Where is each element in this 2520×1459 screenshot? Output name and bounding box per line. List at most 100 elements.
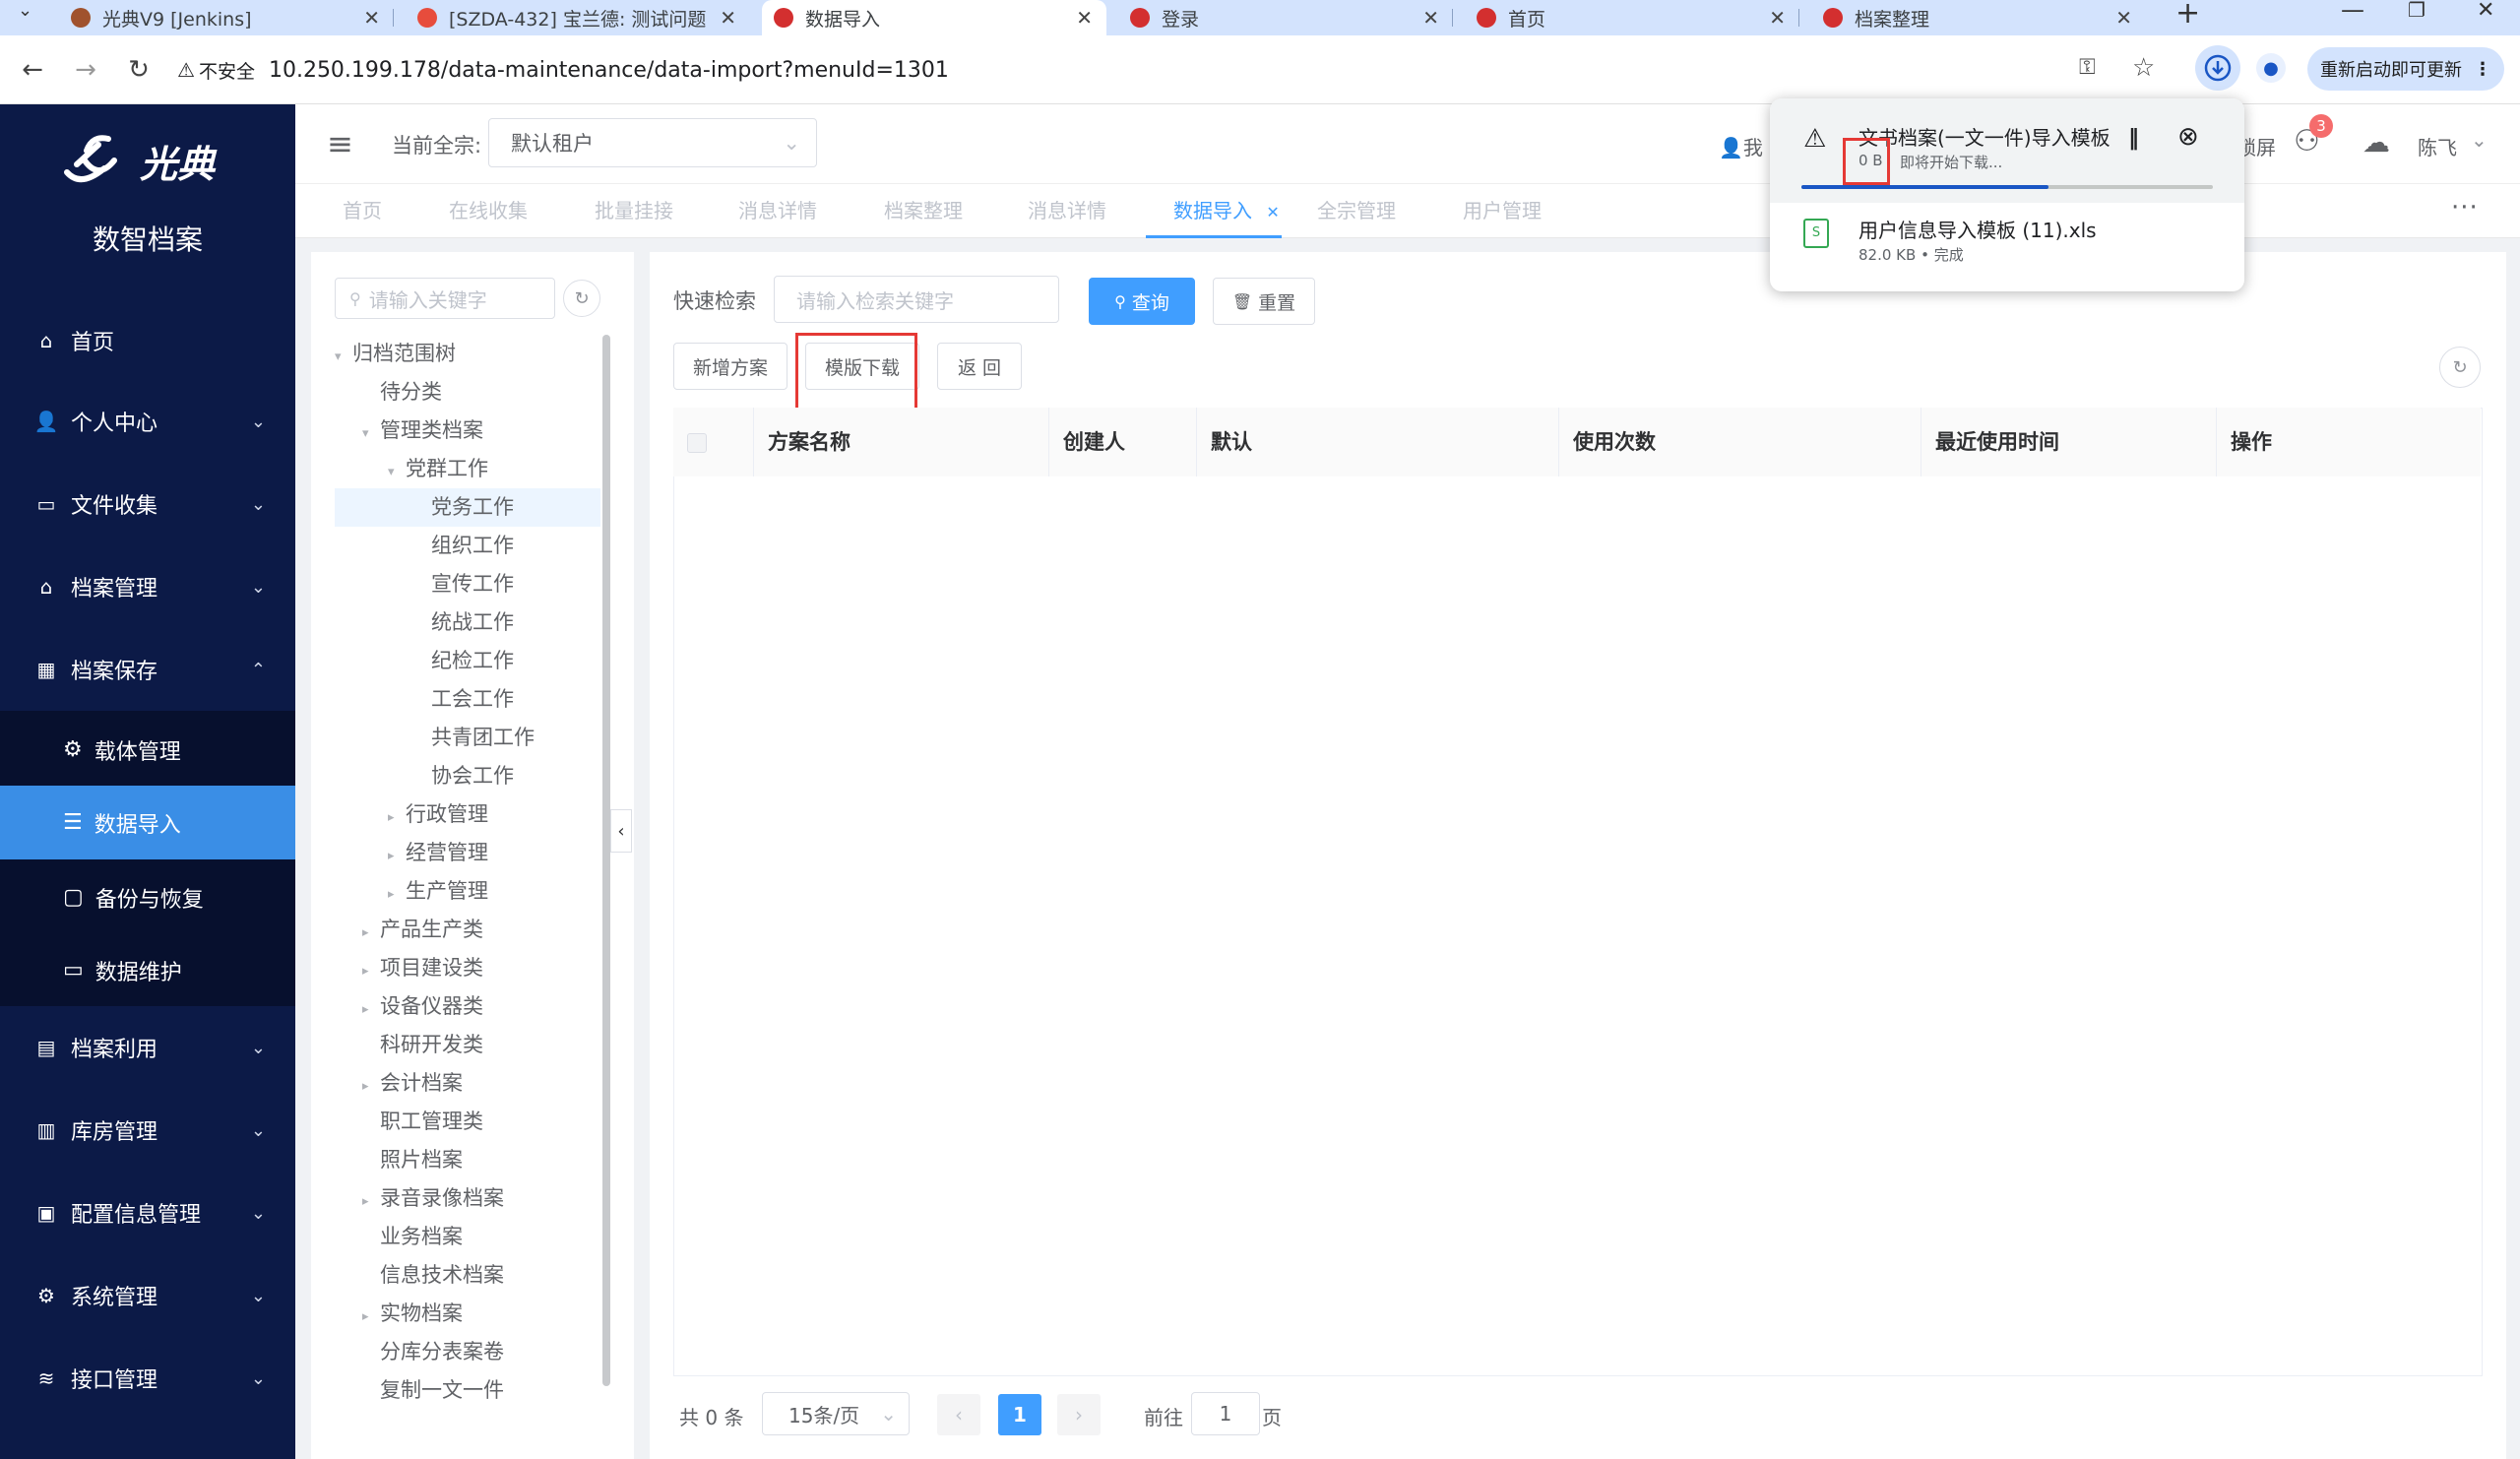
user-menu-partial[interactable]: 👤我 [1719, 132, 1763, 160]
caret-right-icon[interactable]: ▸ [362, 914, 380, 952]
tree-node[interactable]: ▸ 经营管理 [335, 834, 600, 872]
tree-node[interactable]: 宣传工作 [335, 565, 600, 603]
prev-page-button[interactable]: ‹ [937, 1394, 980, 1435]
caret-down-icon[interactable]: ▾ [388, 453, 406, 491]
page-number-current[interactable]: 1 [998, 1394, 1041, 1435]
tree-node[interactable]: ▸ 录音录像档案 [335, 1179, 600, 1218]
back-arrow-icon[interactable]: ← [16, 53, 49, 87]
tree-node[interactable]: 统战工作 [335, 603, 600, 642]
tree-node[interactable]: 党务工作 [335, 488, 600, 527]
security-indicator[interactable]: ⚠ 不安全 [177, 57, 255, 84]
sidebar-item-archive-storage[interactable]: ▦ 档案保存 ⌃ [0, 628, 295, 711]
tree-node[interactable]: 组织工作 [335, 527, 600, 565]
next-page-button[interactable]: › [1057, 1394, 1101, 1435]
password-key-icon[interactable]: ⚿ [2079, 55, 2096, 80]
close-tab-icon[interactable]: ✕ [363, 6, 380, 30]
browser-tab-login[interactable]: 登录 ✕ [1118, 0, 1453, 35]
tree-node[interactable]: 纪检工作 [335, 642, 600, 680]
page-tab-message-detail[interactable]: 消息详情 [738, 183, 817, 238]
table-refresh-button[interactable]: ↻ [2439, 347, 2481, 388]
tree-node[interactable]: 分库分表案卷 [335, 1333, 600, 1371]
caret-right-icon[interactable]: ▸ [362, 952, 380, 990]
minimize-window-icon[interactable]: — [2341, 0, 2364, 24]
page-tab-batch-attach[interactable]: 批量挂接 [595, 183, 673, 238]
profile-avatar-icon[interactable]: ● [2256, 53, 2286, 83]
tree-node[interactable]: ▸ 实物档案 [335, 1295, 600, 1333]
sidebar-item-config[interactable]: ▣ 配置信息管理 ⌄ [0, 1172, 295, 1254]
page-tab-online-collection[interactable]: 在线收集 [449, 183, 528, 238]
tree-node[interactable]: ▸ 会计档案 [335, 1064, 600, 1103]
caret-down-icon[interactable]: ▾ [362, 414, 380, 453]
close-tab-icon[interactable]: ✕ [720, 6, 736, 30]
tree-node[interactable]: 职工管理类 [335, 1103, 600, 1141]
page-tab-user-management[interactable]: 用户管理 [1463, 183, 1542, 238]
close-tab-icon[interactable]: ✕ [1769, 6, 1786, 30]
browser-tab-archive[interactable]: 档案整理 ✕ [1811, 0, 2146, 35]
sidebar-item-interface[interactable]: ≋ 接口管理 ⌄ [0, 1337, 295, 1420]
download-file-name[interactable]: 用户信息导入模板 (11).xls [1858, 215, 2097, 243]
tree-node[interactable]: ▾ 党群工作 [335, 450, 600, 488]
sidebar-subitem-carrier[interactable]: ⚙ 载体管理 [0, 713, 295, 787]
sidebar-item-warehouse[interactable]: ▥ 库房管理 ⌄ [0, 1089, 295, 1172]
tree-node[interactable]: ▾ 管理类档案 [335, 412, 600, 450]
select-all-checkbox[interactable] [687, 433, 707, 453]
pause-download-icon[interactable]: ‖ [2128, 126, 2139, 151]
browser-tab-jenkins[interactable]: 光典V9 [Jenkins] ✕ [59, 0, 394, 35]
browser-tab-szda[interactable]: [SZDA-432] 宝兰德: 测试问题 ✕ [406, 0, 750, 35]
sidebar-item-archive-use[interactable]: ▤ 档案利用 ⌄ [0, 1006, 295, 1089]
caret-right-icon[interactable]: ▸ [362, 990, 380, 1029]
tree-scrollbar[interactable] [602, 335, 610, 1386]
collapse-panel-button[interactable]: ‹ [610, 809, 632, 853]
page-size-select[interactable]: 15条/页 ⌄ [762, 1392, 910, 1435]
tree-node[interactable]: 信息技术档案 [335, 1256, 600, 1295]
caret-right-icon[interactable]: ▸ [362, 1182, 380, 1221]
close-tab-icon[interactable]: ✕ [2115, 6, 2132, 30]
close-tab-icon[interactable]: ✕ [1266, 203, 1279, 222]
query-button[interactable]: ⚲ 查询 [1089, 278, 1195, 325]
close-tab-icon[interactable]: ✕ [1076, 6, 1093, 30]
menu-toggle-icon[interactable]: ≡ [327, 126, 353, 161]
quick-search-input[interactable]: 请输入检索关键字 [774, 276, 1059, 323]
tab-list-chevron-icon[interactable]: ⌄ [18, 0, 32, 21]
tree-node[interactable]: 科研开发类 [335, 1026, 600, 1064]
forward-arrow-icon[interactable]: → [69, 53, 102, 87]
reload-icon[interactable]: ↻ [122, 53, 156, 87]
tree-search-input[interactable]: ⚲ 请输入关键字 [335, 278, 555, 319]
tree-node[interactable]: 复制一文一件 [335, 1371, 600, 1410]
chevron-down-icon[interactable]: ⌄ [2471, 128, 2488, 152]
caret-right-icon[interactable]: ▸ [388, 837, 406, 875]
page-tab-archive-sort[interactable]: 档案整理 [884, 183, 963, 238]
more-tabs-icon[interactable]: ··· [2451, 193, 2479, 222]
tree-node[interactable]: 照片档案 [335, 1141, 600, 1179]
bookmark-star-icon[interactable]: ☆ [2132, 53, 2155, 83]
tree-node[interactable]: 业务档案 [335, 1218, 600, 1256]
tree-node[interactable]: 共青团工作 [335, 719, 600, 757]
page-tab-home[interactable]: 首页 [343, 183, 382, 238]
back-button[interactable]: 返 回 [937, 343, 1022, 390]
user-name[interactable]: 陈飞 [2418, 132, 2457, 160]
tree-node[interactable]: 待分类 [335, 373, 600, 412]
page-tab-message-detail-2[interactable]: 消息详情 [1028, 183, 1106, 238]
download-button[interactable] [2195, 45, 2240, 91]
add-scheme-button[interactable]: 新增方案 [673, 343, 788, 390]
close-window-icon[interactable]: ✕ [2477, 0, 2494, 23]
tree-node[interactable]: ▸ 行政管理 [335, 795, 600, 834]
sidebar-item-home[interactable]: ⌂ 首页 [0, 299, 295, 382]
cloud-icon[interactable]: ☁ [2362, 126, 2390, 159]
tree-node[interactable]: ▾ 归档范围树 [335, 335, 600, 373]
sidebar-subitem-data-maintenance[interactable]: ▭ 数据维护 [0, 933, 295, 1007]
goto-page-input[interactable]: 1 [1191, 1392, 1260, 1435]
page-tab-data-import[interactable]: 数据导入 ✕ [1146, 183, 1282, 238]
close-tab-icon[interactable]: ✕ [1422, 6, 1439, 30]
restore-window-icon[interactable]: ❐ [2408, 0, 2426, 22]
caret-right-icon[interactable]: ▸ [388, 875, 406, 914]
sidebar-item-personal[interactable]: 👤 个人中心 ⌄ [0, 380, 295, 463]
page-tab-fonds-management[interactable]: 全宗管理 [1317, 183, 1396, 238]
browser-tab-data-import[interactable]: 数据导入 ✕ [762, 0, 1106, 35]
tree-node[interactable]: 协会工作 [335, 757, 600, 795]
cancel-download-icon[interactable]: ⊗ [2177, 122, 2199, 152]
reset-button[interactable]: 🗑 重置 [1213, 278, 1315, 325]
tenant-select[interactable]: 默认租户 ⌄ [488, 118, 817, 167]
caret-right-icon[interactable]: ▸ [362, 1067, 380, 1106]
caret-right-icon[interactable]: ▸ [362, 1298, 380, 1336]
